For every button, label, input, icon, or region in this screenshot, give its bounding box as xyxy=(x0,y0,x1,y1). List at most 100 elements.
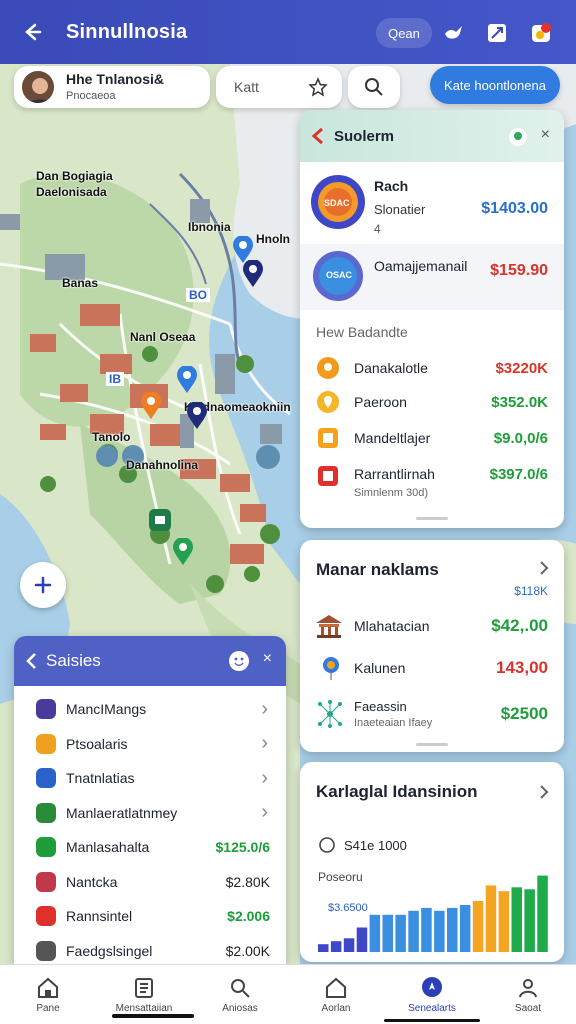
map-pin-green[interactable] xyxy=(172,537,194,571)
profile-chip[interactable]: Hhe Tnlanosi& Pnocaeoa xyxy=(14,66,210,108)
result-badge-text: OSAC xyxy=(326,270,353,280)
map-pin-blue-2[interactable] xyxy=(176,365,198,399)
expand-icon[interactable] xyxy=(484,20,510,46)
radio-icon[interactable] xyxy=(318,836,336,854)
detail-row-label: Paeroon xyxy=(354,394,407,410)
search-icon xyxy=(365,78,383,96)
chevron-right-icon[interactable] xyxy=(538,560,550,576)
drag-handle[interactable] xyxy=(416,743,448,746)
detail-row[interactable]: Mandeltlajer $9.0,0/6 xyxy=(300,420,564,456)
nav-label: Senealarts xyxy=(408,1002,456,1014)
result-price: $1403.00 xyxy=(481,200,548,217)
map-label-dana: Danahnolina xyxy=(126,458,199,472)
deal-row[interactable]: Mlahatacian $42,.00 xyxy=(300,608,564,644)
chart-bar xyxy=(408,910,419,952)
deal-row[interactable]: Kalunen 143,00 xyxy=(300,650,564,686)
sidebar-item-value: $2.006 xyxy=(227,908,270,924)
nav-item-profile[interactable]: Saoat xyxy=(480,965,576,1024)
back-arrow-icon[interactable] xyxy=(12,12,52,52)
bug-icon xyxy=(36,699,56,719)
shield-icon xyxy=(36,768,56,788)
result-price: $159.90 xyxy=(490,262,548,279)
back-chevron-icon[interactable] xyxy=(24,652,38,670)
map-label-banas: Banas xyxy=(62,276,99,290)
sidebar-item[interactable]: MancIMangs › xyxy=(14,694,286,724)
chart-panel: Karlaglal Idansinion S41e 1000 Poseoru $… xyxy=(300,762,564,962)
detail-row-label: Danakalotle xyxy=(354,360,428,376)
map-label-hotel: Ibnonia xyxy=(188,220,231,234)
chart-bar xyxy=(369,914,381,952)
drag-handle[interactable] xyxy=(416,517,448,520)
detail-row-price: $3220K xyxy=(495,359,548,377)
detail-row-price: $9.0,0/6 xyxy=(493,429,548,447)
bird-icon[interactable] xyxy=(440,20,466,46)
lightbulb-icon[interactable] xyxy=(508,127,528,147)
home-alt-icon xyxy=(326,977,346,998)
chart-bar xyxy=(318,944,329,952)
detail-row-price: $397.0/6 xyxy=(489,466,548,483)
sidebar-item[interactable]: Tnatnlatias › xyxy=(14,763,286,793)
profile-name: Hhe Tnlanosi& xyxy=(66,71,165,87)
results-panel-header: Suolerm × xyxy=(300,110,564,162)
result-item[interactable]: OSAC Oamajjemanail $159.90 xyxy=(300,244,564,310)
sidebar-item[interactable]: Rannsintel $2.006 xyxy=(14,901,286,931)
deal-row-price: $42,.00 xyxy=(491,616,548,635)
map-marker-green-square[interactable] xyxy=(148,508,172,537)
detail-row[interactable]: Danakalotle $3220K xyxy=(300,350,564,386)
nav-item-home-alt[interactable]: Aorlan xyxy=(288,965,384,1024)
chart-bar xyxy=(472,901,484,952)
map-pin-navy-2[interactable] xyxy=(186,401,208,435)
map-pin-orange[interactable] xyxy=(140,391,162,425)
add-button[interactable] xyxy=(20,562,66,608)
paw-icon xyxy=(36,733,56,754)
sidebar-item[interactable]: Manlasahalta $125.0/6 xyxy=(14,832,286,862)
temple-icon xyxy=(316,615,342,638)
close-icon[interactable]: × xyxy=(263,650,272,668)
map-pin-navy[interactable] xyxy=(242,259,264,293)
chart-bar xyxy=(459,905,471,952)
detail-row-sub: Simnlenm 30d) xyxy=(354,486,428,499)
deal-row-price: 143,00 xyxy=(496,658,548,677)
chevron-right-icon[interactable] xyxy=(538,784,550,800)
chart-bar xyxy=(485,885,497,952)
detail-row-label: Mandeltlajer xyxy=(354,430,431,446)
result-badge-text: SDAC xyxy=(324,198,350,208)
back-chevron-icon[interactable] xyxy=(310,127,326,145)
nav-item-search[interactable]: Aniosas xyxy=(192,965,288,1024)
nav-item-places[interactable]: Senealarts xyxy=(384,965,480,1024)
chart-bar xyxy=(524,889,535,952)
smile-icon[interactable] xyxy=(228,650,250,672)
detail-row[interactable]: Paeroon $352.0K xyxy=(300,384,564,420)
search-input[interactable]: Katt xyxy=(216,66,342,108)
profile-icon xyxy=(519,978,537,997)
deal-row[interactable]: Faeassin Inaeteaian Ifaey $2500 xyxy=(300,692,564,736)
search-button[interactable] xyxy=(348,66,400,108)
sidebar-item[interactable]: Manlaeratlatnmey › xyxy=(14,798,286,828)
map-icon xyxy=(36,802,56,823)
sidebar-item[interactable]: Nantcka $2.80K xyxy=(14,867,286,897)
profile-subtitle: Pnocaeoa xyxy=(66,90,116,102)
square-icon xyxy=(318,428,338,448)
network-icon xyxy=(318,700,342,728)
app-avatar-icon[interactable] xyxy=(528,20,554,46)
chart-bar xyxy=(498,891,510,952)
sidebar-item[interactable]: Ptsoalaris › xyxy=(14,729,286,759)
chart-bar xyxy=(537,875,548,952)
cta-button[interactable]: Kate hoontlonena xyxy=(430,66,560,104)
sidebar-item[interactable]: Faedgslsingel $2.00K xyxy=(14,936,286,965)
top-app-bar: Sinnullnosia Qean xyxy=(0,0,576,64)
result-item[interactable]: SDAC Rach Slonatier 4 $1403.00 xyxy=(300,162,564,242)
deals-panel: Manar naklams $118K Mlahatacian $42,.00 … xyxy=(300,540,564,752)
detail-row-price: $352.0K xyxy=(491,393,548,411)
result-name: Rach xyxy=(374,178,409,194)
deal-row-sub: Inaeteaian Ifaey xyxy=(354,717,433,729)
close-icon[interactable]: × xyxy=(541,126,550,144)
star-icon[interactable] xyxy=(308,77,328,97)
quick-button[interactable]: Qean xyxy=(376,18,432,48)
nav-label: Mensattaiian xyxy=(115,1002,173,1014)
sidebar-item-label: Nantcka xyxy=(66,873,118,890)
detail-row[interactable]: Rarrantlirnah Simnlenm 30d) $397.0/6 xyxy=(300,458,564,506)
plus-icon xyxy=(34,576,52,594)
nav-item-home[interactable]: Pane xyxy=(0,965,96,1024)
chart-bar xyxy=(421,907,432,952)
